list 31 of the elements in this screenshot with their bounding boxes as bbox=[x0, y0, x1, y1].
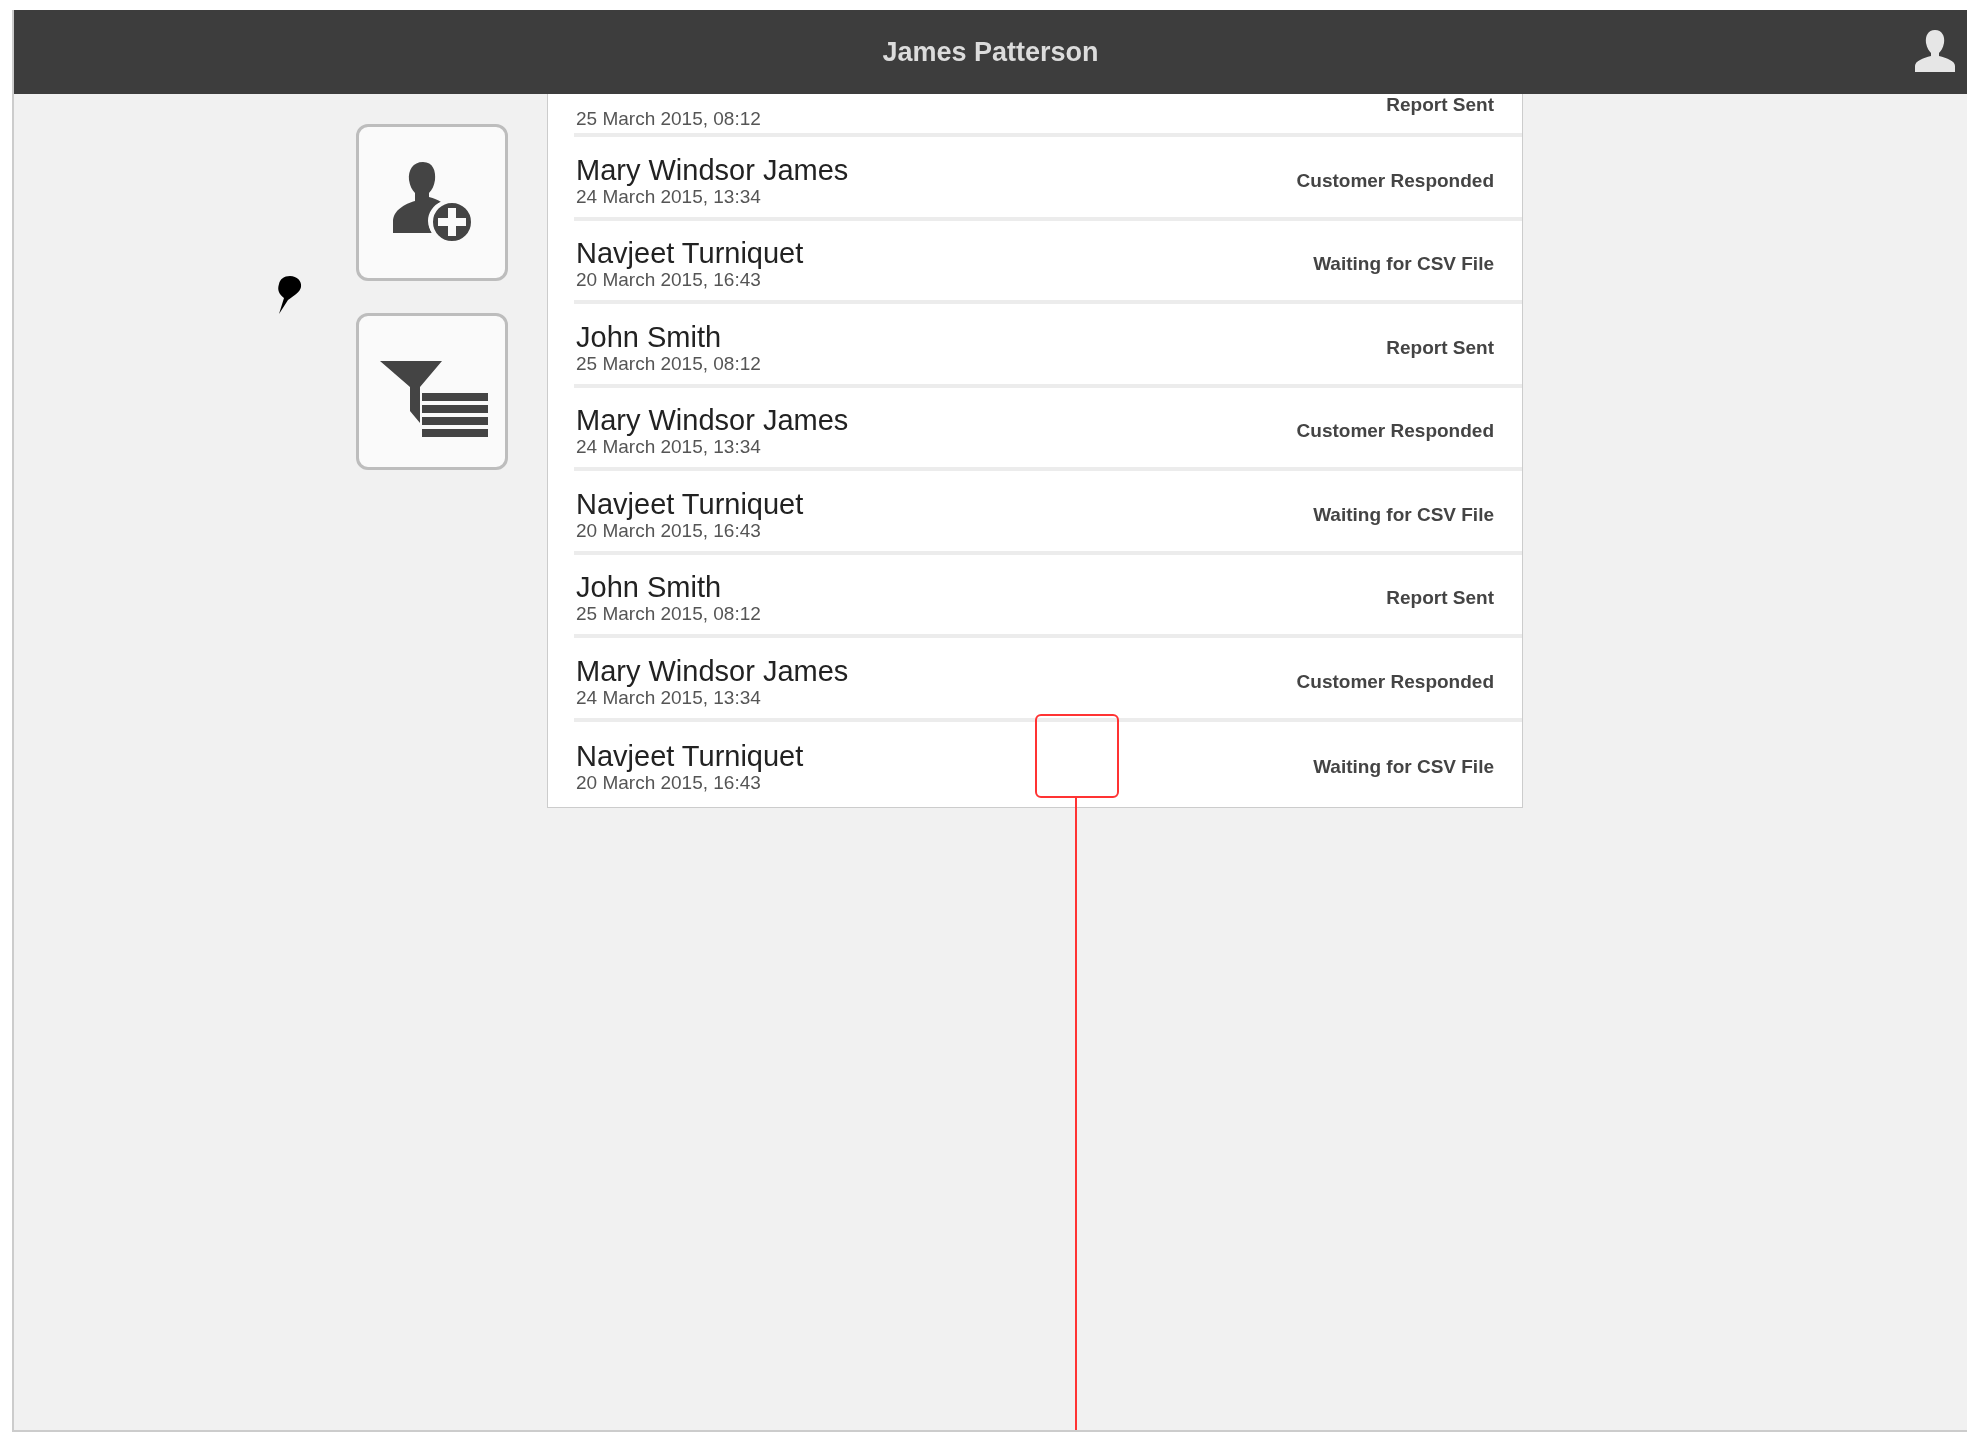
record-status: Customer Responded bbox=[1296, 169, 1494, 192]
record-status: Waiting for CSV File bbox=[1313, 503, 1494, 526]
record-date: 25 March 2015, 08:12 bbox=[576, 603, 761, 626]
record-date: 24 March 2015, 13:34 bbox=[576, 686, 762, 709]
record-status: Report Sent bbox=[1386, 336, 1494, 359]
customer-name: Mary Windsor James bbox=[576, 404, 849, 437]
filter-list-button[interactable] bbox=[356, 313, 508, 470]
record-date: 25 March 2015, 08:12 bbox=[576, 352, 761, 375]
customer-name: Mary Windsor James bbox=[576, 153, 849, 186]
record-date: 20 March 2015, 16:43 bbox=[576, 772, 762, 795]
customer-name: John Smith bbox=[576, 571, 723, 604]
record-date: 25 March 2015, 08:12 bbox=[576, 108, 761, 130]
record-status: Report Sent bbox=[1386, 587, 1494, 610]
marker-icon bbox=[276, 274, 304, 316]
record-status: Report Sent bbox=[1386, 94, 1494, 116]
customer-name: Mary Windsor James bbox=[576, 654, 849, 687]
customer-name: Navjeet Turniquet bbox=[576, 740, 804, 773]
record-status: Customer Responded bbox=[1296, 420, 1494, 443]
record-status: Customer Responded bbox=[1296, 670, 1494, 693]
record-date: 20 March 2015, 16:43 bbox=[576, 269, 762, 292]
customer-name: Navjeet Turniquet bbox=[576, 487, 804, 520]
record-date: 20 March 2015, 16:43 bbox=[576, 519, 761, 542]
record-date: 24 March 2015, 13:34 bbox=[576, 436, 762, 459]
record-date: 24 March 2015, 13:34 bbox=[576, 185, 762, 208]
customer-name: Navjeet Turniquet bbox=[576, 237, 804, 270]
customer-name: John Smith bbox=[576, 320, 723, 353]
record-status: Waiting for CSV File bbox=[1313, 756, 1494, 779]
header-title: James Patterson bbox=[882, 36, 1099, 68]
record-status: Waiting for CSV File bbox=[1313, 253, 1494, 276]
user-icon[interactable] bbox=[1913, 28, 1957, 74]
add-user-button[interactable] bbox=[356, 124, 508, 281]
